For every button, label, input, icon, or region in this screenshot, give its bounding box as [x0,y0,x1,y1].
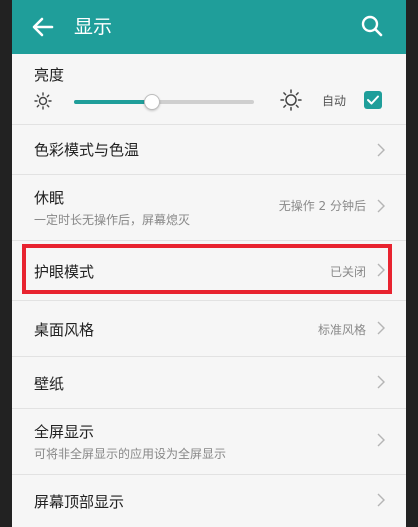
app-bar: 显示 [12,0,406,54]
brightness-label: 亮度 [34,66,65,84]
chevron-right-icon [377,199,385,213]
search-icon[interactable] [360,14,384,38]
chevron-right-icon [377,375,385,389]
row-title: 桌面风格 [34,321,95,339]
chevron-right-icon [377,433,385,447]
row-value: 无操作 2 分钟后 [278,199,366,213]
auto-brightness-label: 自动 [322,94,347,108]
row-full-screen[interactable]: 全屏显示 可将非全屏显示的应用设为全屏显示 [12,408,406,475]
brightness-slider[interactable] [74,94,254,110]
device-bezel-left [0,0,12,527]
row-title: 壁纸 [34,375,65,393]
row-subtitle: 一定时长无操作后，屏幕熄灭 [34,213,191,227]
row-wallpaper[interactable]: 壁纸 [12,356,406,409]
chevron-right-icon [377,321,385,335]
row-title: 全屏显示 [34,423,95,441]
auto-brightness-checkbox[interactable] [364,91,382,109]
row-color-mode[interactable]: 色彩模式与色温 [12,124,406,175]
row-title: 休眠 [34,189,65,207]
checkmark-icon [367,95,379,105]
chevron-right-icon [377,143,385,157]
settings-list: 亮度 自动 色彩模式与色温 休眠 一定时长无操作后，屏幕熄灭 无操作 2 分钟后… [12,54,406,527]
back-arrow-icon[interactable] [30,14,56,40]
page-title: 显示 [74,16,113,38]
row-desktop-style[interactable]: 桌面风格 标准风格 [12,300,406,357]
brightness-slider-thumb[interactable] [144,94,161,110]
brightness-slider-fill [74,100,152,104]
row-sleep[interactable]: 休眠 一定时长无操作后，屏幕熄灭 无操作 2 分钟后 [12,174,406,241]
highlight-box [22,244,392,294]
row-value: 标准风格 [317,323,366,337]
row-screen-top-display[interactable]: 屏幕顶部显示 [12,474,406,527]
row-subtitle: 可将非全屏显示的应用设为全屏显示 [34,447,227,461]
device-bezel-right [406,0,418,527]
brightness-low-icon [34,92,52,110]
brightness-high-icon [280,89,302,111]
row-title: 色彩模式与色温 [34,141,140,159]
settings-screen: 显示 亮度 自动 色彩模式与色温 休眠 一定时长无操作后，屏幕熄灭 无操作 2 … [12,0,406,527]
row-title: 屏幕顶部显示 [34,493,125,511]
chevron-right-icon [377,493,385,507]
